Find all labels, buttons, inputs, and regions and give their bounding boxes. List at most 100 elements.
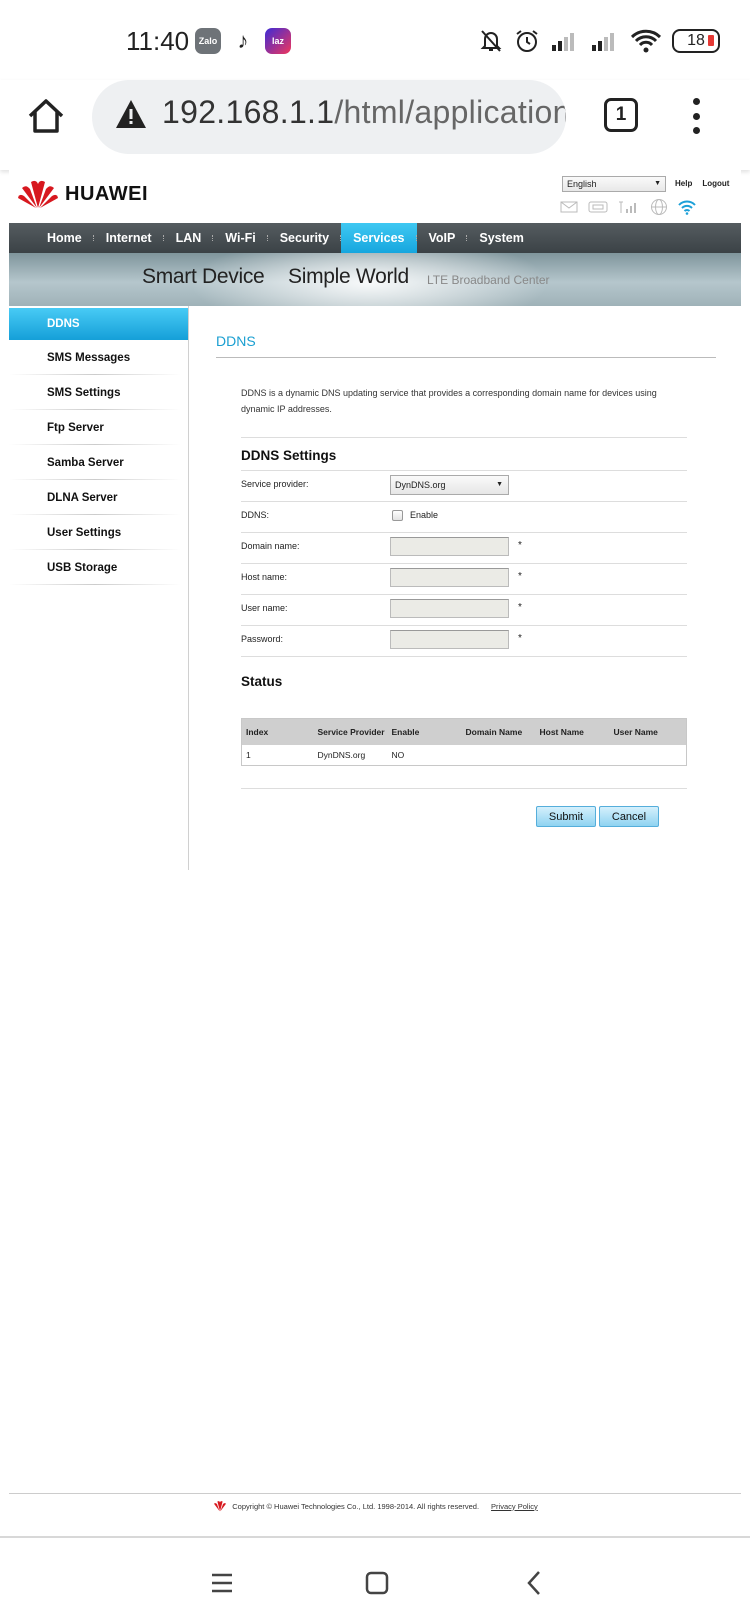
muted-bell-icon: [480, 30, 502, 52]
host-name-row: Host name: *: [241, 563, 687, 594]
cancel-button[interactable]: Cancel: [599, 806, 659, 827]
sidebar-item-ftp-server[interactable]: Ftp Server: [9, 410, 188, 445]
sidebar-item-ddns[interactable]: DDNS: [9, 308, 188, 340]
sidebar-item-sms-messages[interactable]: SMS Messages: [9, 340, 188, 375]
domain-name-input[interactable]: [390, 537, 509, 556]
home-icon[interactable]: [24, 94, 68, 138]
nav-services[interactable]: Services: [340, 223, 417, 253]
router-status-icons: [560, 198, 696, 216]
table-cell: DynDNS.org: [313, 744, 388, 766]
battery-level: 18: [687, 32, 705, 49]
signal-icon: [552, 33, 574, 51]
url-path: /html/application: [334, 94, 566, 130]
required-mark: *: [518, 602, 522, 613]
recents-icon[interactable]: [210, 1572, 234, 1594]
banner: Smart Device Simple World LTE Broadband …: [9, 253, 741, 306]
ddns-enable-checkbox[interactable]: [392, 510, 403, 521]
tab-count: 1: [615, 104, 627, 125]
required-mark: *: [518, 571, 522, 582]
page-description: DDNS is a dynamic DNS updating service t…: [241, 388, 657, 414]
password-input[interactable]: [390, 630, 509, 649]
ddns-enable-label[interactable]: Enable: [410, 510, 438, 520]
sidebar: DDNS SMS Messages SMS Settings Ftp Serve…: [9, 306, 189, 870]
slogan-simple-world: Simple World: [288, 265, 409, 288]
help-link[interactable]: Help: [675, 179, 692, 188]
router-header: HUAWEI English ▼ Help Logout: [9, 170, 741, 223]
nav-internet[interactable]: Internet: [92, 223, 164, 253]
status-icons: 18: [478, 26, 720, 56]
service-provider-label: Service provider:: [241, 479, 309, 489]
huawei-flower-icon: [18, 180, 58, 208]
divider: [216, 357, 716, 358]
chevron-down-icon: ▼: [496, 481, 503, 488]
column-header: User Name: [609, 718, 687, 745]
table-cell: NO: [387, 744, 462, 766]
url-text[interactable]: 192.168.1.1/html/application: [162, 94, 566, 131]
sidebar-item-user-settings[interactable]: User Settings: [9, 515, 188, 550]
service-provider-select[interactable]: DynDNS.org ▼: [390, 475, 509, 495]
huawei-logo: HUAWEI: [17, 178, 148, 210]
required-mark: *: [518, 633, 522, 644]
clock: 11:40: [126, 26, 190, 56]
user-name-input[interactable]: [390, 599, 509, 618]
language-value: English: [567, 179, 597, 189]
address-bar[interactable]: 192.168.1.1/html/application: [92, 80, 566, 154]
alarm-icon: [516, 30, 538, 52]
mail-icon[interactable]: [560, 201, 578, 213]
divider: [241, 788, 687, 789]
column-header: Index: [241, 718, 314, 745]
tiktok-app-icon: ♪: [237, 28, 249, 53]
sim-icon: [588, 201, 608, 213]
table-row: 1 DynDNS.org NO: [241, 744, 687, 766]
tabs-button[interactable]: 1: [604, 98, 638, 132]
column-header: Service Provider: [313, 718, 388, 745]
back-icon[interactable]: [526, 1570, 542, 1596]
host-name-label: Host name:: [241, 572, 288, 582]
sidebar-item-usb-storage[interactable]: USB Storage: [9, 550, 188, 585]
globe-icon: [651, 199, 667, 215]
language-select[interactable]: English ▼: [562, 176, 666, 192]
table-header-row: Index Service Provider Enable Domain Nam…: [241, 718, 687, 745]
password-label: Password:: [241, 634, 284, 644]
submit-button[interactable]: Submit: [536, 806, 596, 827]
brand-name: HUAWEI: [65, 182, 148, 205]
battery-icon: 18: [672, 29, 720, 53]
wifi-icon: [630, 29, 662, 53]
lazada-app-icon: laz: [265, 28, 291, 54]
chevron-down-icon: ▼: [654, 180, 661, 187]
nav-home[interactable]: Home: [35, 223, 94, 253]
settings-title: DDNS Settings: [241, 448, 337, 463]
status-table: Index Service Provider Enable Domain Nam…: [241, 718, 687, 766]
more-menu-icon[interactable]: [690, 98, 702, 134]
divider: [241, 437, 687, 438]
sidebar-item-samba-server[interactable]: Samba Server: [9, 445, 188, 480]
table-cell: [609, 744, 687, 766]
domain-name-label: Domain name:: [241, 541, 300, 551]
user-name-label: User name:: [241, 603, 288, 613]
footer: Copyright © Huawei Technologies Co., Ltd…: [0, 1500, 750, 1512]
host-name-input[interactable]: [390, 568, 509, 587]
zalo-app-icon: Zalo: [195, 28, 221, 54]
sidebar-item-sms-settings[interactable]: SMS Settings: [9, 375, 188, 410]
slogan-lte: LTE Broadband Center: [427, 273, 550, 287]
privacy-policy-link[interactable]: Privacy Policy: [491, 1502, 538, 1511]
nav-security[interactable]: Security: [266, 223, 341, 253]
column-header: Domain Name: [461, 718, 536, 745]
divider: [9, 1493, 741, 1494]
warning-icon[interactable]: [114, 98, 148, 130]
system-nav-bar: [0, 1538, 750, 1624]
home-square-icon[interactable]: [365, 1571, 389, 1595]
signal-icon: [592, 33, 614, 51]
nav-wifi[interactable]: Wi-Fi: [212, 223, 267, 253]
nav-system[interactable]: System: [466, 223, 535, 253]
wifi-status-icon: [678, 200, 696, 215]
password-row: Password: *: [241, 625, 687, 656]
copyright-text: Copyright © Huawei Technologies Co., Ltd…: [232, 1501, 480, 1511]
table-cell: [535, 744, 610, 766]
logout-link[interactable]: Logout: [702, 179, 729, 188]
nav-voip[interactable]: VoIP: [415, 223, 468, 253]
nav-lan[interactable]: LAN: [162, 223, 214, 253]
column-header: Enable: [387, 718, 462, 745]
huawei-flower-icon: [214, 1501, 227, 1512]
sidebar-item-dlna-server[interactable]: DLNA Server: [9, 480, 188, 515]
